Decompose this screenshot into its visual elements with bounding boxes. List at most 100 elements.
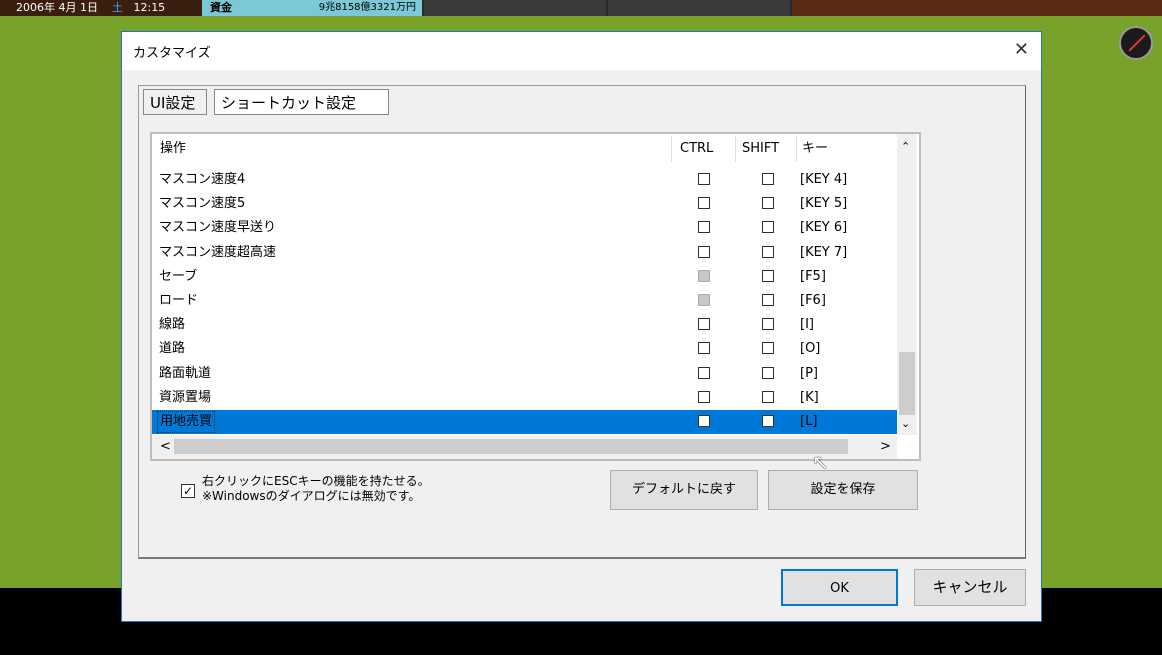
column-header-action[interactable]: 操作	[160, 134, 186, 164]
restore-default-button[interactable]: デフォルトに戻す	[610, 470, 758, 510]
esc-option-line2: ※Windowsのダイアログには無効です。	[202, 489, 421, 503]
date-display: 2006年 4月 1日 土 12:15	[0, 0, 202, 16]
column-divider	[796, 136, 797, 162]
action-name: 用地売買	[157, 411, 216, 433]
list-item[interactable]: セーブ [F5]	[152, 265, 897, 289]
horizontal-scroll-thumb[interactable]	[174, 439, 848, 454]
shortcut-list[interactable]: 操作 CTRL SHIFT キー マスコン速度4 [KEY 4] マスコン速度5 [K…	[150, 132, 921, 461]
cancel-button[interactable]: キャンセル	[914, 569, 1026, 606]
ctrl-checkbox[interactable]	[698, 318, 710, 331]
tab-shortcut-settings[interactable]: ショートカット設定	[214, 89, 389, 115]
action-name: マスコン速度4	[159, 172, 246, 187]
time-text: 12:15	[133, 1, 166, 14]
key-binding[interactable]: [L]	[800, 410, 817, 434]
esc-option-label: 右クリックにESCキーの機能を持たせる。 ※Windowsのダイアログには無効で…	[202, 474, 430, 504]
customize-dialog: カスタマイズ ✕ UI設定 ショートカット設定 操作 CTRL SHIFT キー…	[121, 31, 1042, 622]
action-name: 路面軌道	[159, 365, 212, 381]
list-item[interactable]: マスコン速度早送り [KEY 6]	[152, 216, 897, 240]
list-item[interactable]: マスコン速度5 [KEY 5]	[152, 192, 897, 216]
action-name: 線路	[159, 317, 186, 333]
vertical-scroll-thumb[interactable]	[899, 352, 915, 415]
list-item[interactable]: マスコン速度4 [KEY 4]	[152, 168, 897, 192]
weekday-text: 土	[111, 1, 123, 14]
funds-value: 9兆8158億3321万円	[318, 2, 416, 13]
key-binding[interactable]: [P]	[800, 362, 818, 386]
key-binding[interactable]: [F5]	[800, 265, 826, 289]
column-header-key[interactable]: キー	[802, 134, 828, 164]
ok-button[interactable]: OK	[781, 569, 898, 606]
list-item[interactable]: 資源置場 [K]	[152, 386, 897, 410]
list-item[interactable]: 道路 [O]	[152, 337, 897, 361]
esc-option-line1: 右クリックにESCキーの機能を持たせる。	[202, 474, 430, 488]
key-binding[interactable]: [K]	[800, 386, 819, 410]
column-header-ctrl[interactable]: CTRL	[680, 134, 713, 164]
ctrl-checkbox	[698, 294, 710, 306]
status-panel-empty	[424, 0, 606, 16]
close-icon[interactable]: ✕	[1014, 39, 1029, 60]
shift-checkbox[interactable]	[762, 366, 774, 379]
ctrl-checkbox[interactable]	[698, 221, 710, 234]
esc-option-checkbox[interactable]: ✓	[181, 484, 195, 498]
ctrl-checkbox[interactable]	[698, 342, 710, 355]
key-binding[interactable]: [KEY 5]	[800, 192, 847, 216]
column-divider	[671, 136, 672, 162]
tab-ui-settings[interactable]: UI設定	[143, 89, 207, 115]
shift-checkbox[interactable]	[762, 390, 774, 403]
key-binding[interactable]: [I]	[800, 313, 814, 337]
ctrl-checkbox	[698, 269, 710, 282]
action-name: 資源置場	[159, 389, 212, 405]
status-panel-empty	[792, 0, 1162, 16]
action-name: マスコン速度5	[159, 196, 246, 212]
action-name: セーブ	[159, 268, 198, 284]
shift-checkbox[interactable]	[762, 221, 774, 234]
status-panel-empty	[608, 0, 790, 16]
save-settings-button[interactable]: 設定を保存	[768, 470, 918, 510]
shift-checkbox[interactable]	[762, 415, 774, 427]
shift-checkbox[interactable]	[762, 245, 774, 258]
list-header: 操作 CTRL SHIFT キー	[152, 134, 897, 164]
shift-checkbox[interactable]	[762, 173, 774, 185]
ctrl-checkbox[interactable]	[698, 415, 710, 427]
scroll-right-icon[interactable]: >	[880, 439, 891, 454]
dialog-titlebar[interactable]: カスタマイズ ✕	[122, 32, 1041, 70]
horizontal-scrollbar[interactable]: < >	[152, 435, 897, 459]
scroll-up-icon[interactable]: ⌃	[901, 140, 910, 153]
key-binding[interactable]: [F6]	[800, 289, 826, 313]
scroll-down-icon[interactable]: ⌄	[901, 417, 910, 430]
scroll-left-icon[interactable]: <	[160, 439, 171, 454]
vertical-scrollbar[interactable]: ⌃ ⌄	[897, 134, 917, 435]
list-item[interactable]: マスコン速度超高速 [KEY 7]	[152, 241, 897, 265]
key-binding[interactable]: [O]	[800, 337, 820, 361]
key-binding[interactable]: [KEY 4]	[800, 168, 847, 192]
shift-checkbox[interactable]	[762, 318, 774, 331]
key-binding[interactable]: [KEY 7]	[800, 241, 847, 265]
column-divider	[735, 136, 736, 162]
ctrl-checkbox[interactable]	[698, 197, 710, 210]
column-header-shift[interactable]: SHIFT	[742, 134, 779, 164]
action-name: マスコン速度超高速	[159, 244, 277, 260]
shift-checkbox[interactable]	[762, 294, 774, 306]
list-item[interactable]: ロード [F6]	[152, 289, 897, 313]
key-binding[interactable]: [KEY 6]	[800, 216, 847, 240]
dialog-title: カスタマイズ	[133, 46, 211, 61]
action-name: ロード	[159, 293, 199, 308]
compass-icon[interactable]	[1119, 26, 1153, 60]
compass-needle	[1128, 34, 1146, 52]
mouse-cursor-icon: ↖	[812, 450, 829, 474]
list-item[interactable]: 路面軌道 [P]	[152, 362, 897, 386]
list-item[interactable]: 用地売買 [L]	[152, 410, 897, 434]
list-item[interactable]: 線路 [I]	[152, 313, 897, 337]
ctrl-checkbox[interactable]	[698, 245, 710, 258]
funds-label: 資金	[210, 1, 232, 14]
ctrl-checkbox[interactable]	[698, 390, 710, 403]
status-bar: 2006年 4月 1日 土 12:15 資金 9兆8158億3321万円	[0, 0, 1162, 16]
shift-checkbox[interactable]	[762, 197, 774, 210]
shift-checkbox[interactable]	[762, 342, 774, 355]
ctrl-checkbox[interactable]	[698, 366, 710, 379]
action-name: マスコン速度早送り	[159, 220, 277, 236]
date-text: 2006年 4月 1日	[16, 1, 98, 14]
funds-display: 資金 9兆8158億3321万円	[202, 0, 422, 16]
ctrl-checkbox[interactable]	[698, 173, 710, 185]
shift-checkbox[interactable]	[762, 269, 774, 282]
action-name: 道路	[159, 341, 186, 357]
